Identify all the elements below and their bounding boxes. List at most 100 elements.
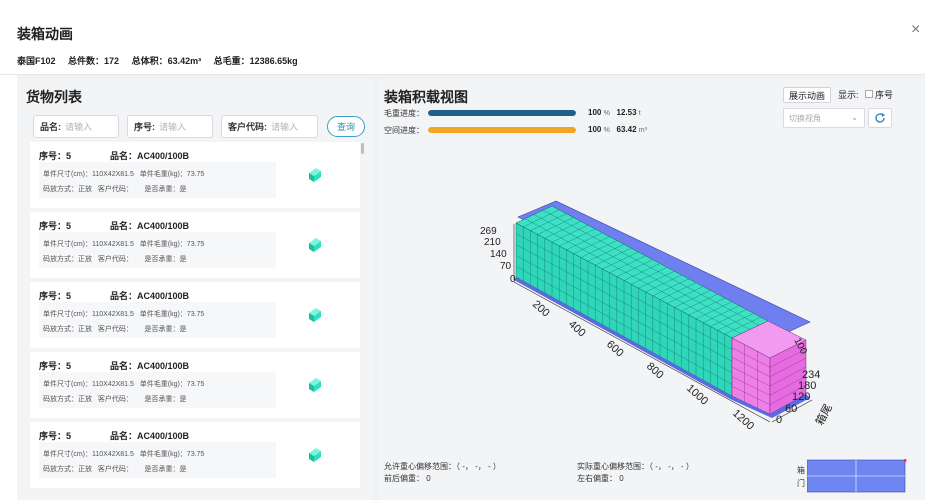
cg-point-marker (903, 459, 907, 462)
item-header: 序号：5 品名：AC400/100B (39, 219, 189, 232)
item-customer: 客户代码： (97, 326, 133, 333)
item-name: 品名：AC400/100B (110, 291, 190, 301)
cargo-box-icon (309, 238, 321, 252)
item-reuse: 是否承重：是 (144, 186, 187, 193)
door-label-bottom: 门 (797, 479, 805, 488)
item-header: 序号：5 品名：AC400/100B (39, 359, 189, 372)
width-tick: 120 (792, 391, 810, 403)
weight-progress-bar (428, 110, 576, 116)
refresh-icon (875, 113, 885, 123)
height-tick: 70 (500, 261, 512, 272)
cargo-box-icon (309, 308, 321, 322)
weight-progress-fill (428, 110, 576, 116)
item-name: 品名：AC400/100B (110, 431, 190, 441)
item-reuse: 是否承重：是 (144, 326, 187, 333)
item-size: 单件尺寸(cm)：110X42X81.5 (43, 311, 134, 318)
list-item[interactable]: 序号：5 品名：AC400/100B 单件尺寸(cm)：110X42X81.5 … (30, 212, 360, 278)
space-progress-bar (428, 127, 576, 133)
item-weight: 单件毛重(kg)：73.75 (139, 451, 205, 458)
weight-progress-value: 100 % 12.53 t (588, 108, 641, 117)
item-customer: 客户代码： (97, 256, 133, 263)
view-select-placeholder: 切换视角 (789, 113, 821, 123)
list-item[interactable]: 序号：5 品名：AC400/100B 单件尺寸(cm)：110X42X81.5 … (30, 142, 360, 208)
item-seq: 序号：5 (39, 431, 72, 441)
cg-mini-map (807, 459, 907, 493)
chevron-down-icon: ⌄ (851, 113, 858, 122)
total-volume: 总体积：63.42m³ (131, 56, 202, 66)
item-stack: 码放方式：正放 (43, 326, 92, 333)
height-tick: 210 (484, 237, 501, 248)
container-3d-view[interactable]: 269 210 140 70 0 200 400 600 800 1000 12… (470, 190, 840, 450)
item-seq: 序号：5 (39, 151, 72, 161)
refresh-view-button[interactable] (868, 108, 892, 128)
dialog-title: 装箱动画 (17, 26, 73, 42)
item-detail: 单件尺寸(cm)：110X42X81.5 单件毛重(kg)：73.75 码放方式… (39, 442, 276, 478)
item-size: 单件尺寸(cm)：110X42X81.5 (43, 451, 134, 458)
weight-value: 12.53 (616, 108, 637, 117)
item-weight: 单件毛重(kg)：73.75 (139, 381, 205, 388)
item-header: 序号：5 品名：AC400/100B (39, 429, 189, 442)
item-size: 单件尺寸(cm)：110X42X81.5 (43, 241, 134, 248)
seq-checkbox[interactable] (865, 90, 873, 98)
item-weight: 单件毛重(kg)：73.75 (139, 311, 205, 318)
name-filter-label: 品名: (40, 122, 61, 132)
allowed-cg-range: 允许重心偏移范围：（ -， -， - ） (384, 462, 501, 471)
name-filter-input[interactable]: 品名: 请输入 (33, 115, 119, 138)
item-header: 序号：5 品名：AC400/100B (39, 289, 189, 302)
item-detail: 单件尺寸(cm)：110X42X81.5 单件毛重(kg)：73.75 码放方式… (39, 162, 276, 198)
space-percent-unit: % (603, 127, 610, 134)
cargo-box-icon (309, 378, 321, 392)
seq-filter-input[interactable]: 序号: 请输入 (127, 115, 213, 138)
item-size: 单件尺寸(cm)：110X42X81.5 (43, 171, 134, 178)
item-name: 品名：AC400/100B (110, 221, 190, 231)
list-scrollbar-track[interactable] (361, 143, 365, 492)
actual-cg-range: 实际重心偏移范围：（ -， -， - ） (577, 462, 694, 471)
item-detail: 单件尺寸(cm)：110X42X81.5 单件毛重(kg)：73.75 码放方式… (39, 372, 276, 408)
item-customer: 客户代码： (97, 396, 133, 403)
door-label-top: 箱 (797, 466, 805, 475)
height-tick: 140 (490, 249, 507, 260)
query-button[interactable]: 查询 (327, 116, 365, 137)
height-tick: 269 (480, 226, 497, 237)
front-back-offset: 前后偏重： 0 (384, 474, 431, 483)
container-name: 泰国F102 (17, 56, 56, 66)
item-detail: 单件尺寸(cm)：110X42X81.5 单件毛重(kg)：73.75 码放方式… (39, 232, 276, 268)
customer-filter-label: 客户代码: (228, 122, 267, 132)
weight-percent: 100 (588, 108, 602, 117)
item-stack: 码放方式：正放 (43, 186, 92, 193)
customer-filter-input[interactable]: 客户代码: 请输入 (221, 115, 318, 138)
list-item[interactable]: 序号：5 品名：AC400/100B 单件尺寸(cm)：110X42X81.5 … (30, 422, 360, 488)
customer-filter-placeholder: 请输入 (271, 122, 299, 132)
name-filter-placeholder: 请输入 (65, 122, 93, 132)
goods-list: 序号：5 品名：AC400/100B 单件尺寸(cm)：110X42X81.5 … (30, 142, 362, 492)
space-progress-fill (428, 127, 576, 133)
length-tick: 400 (566, 318, 588, 339)
item-stack: 码放方式：正放 (43, 396, 92, 403)
item-reuse: 是否承重：是 (144, 466, 187, 473)
list-item[interactable]: 序号：5 品名：AC400/100B 单件尺寸(cm)：110X42X81.5 … (30, 282, 360, 348)
item-customer: 客户代码： (97, 186, 133, 193)
close-icon[interactable]: × (911, 22, 920, 38)
cargo-box-icon (309, 448, 321, 462)
list-item[interactable]: 序号：5 品名：AC400/100B 单件尺寸(cm)：110X42X81.5 … (30, 352, 360, 418)
item-detail: 单件尺寸(cm)：110X42X81.5 单件毛重(kg)：73.75 码放方式… (39, 302, 276, 338)
space-progress-value: 100 % 63.42 m³ (588, 125, 647, 134)
display-label: 显示: (838, 90, 859, 100)
load-view-title: 装箱积载视图 (384, 89, 468, 105)
seq-filter-placeholder: 请输入 (159, 122, 187, 132)
view-angle-select[interactable]: 切换视角 ⌄ (783, 108, 865, 128)
weight-percent-unit: % (603, 110, 610, 117)
space-value: 63.42 (616, 125, 637, 134)
item-seq: 序号：5 (39, 221, 72, 231)
item-seq: 序号：5 (39, 291, 72, 301)
height-tick: 0 (510, 274, 516, 285)
weight-unit: t (638, 110, 641, 117)
show-animation-button[interactable]: 展示动画 (783, 87, 831, 103)
length-tick: 200 (530, 298, 552, 319)
item-reuse: 是否承重：是 (144, 396, 187, 403)
item-stack: 码放方式：正放 (43, 466, 92, 473)
list-scrollbar-thumb[interactable] (361, 143, 364, 154)
space-progress-label: 空间进度： (384, 126, 424, 135)
seq-filter-label: 序号: (134, 122, 155, 132)
left-right-offset: 左右偏重： 0 (577, 474, 624, 483)
